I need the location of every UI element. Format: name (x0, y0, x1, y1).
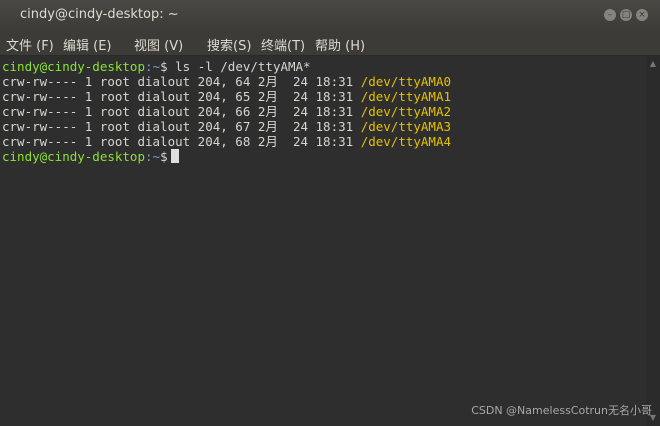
device-name: /dev/ttyAMA1 (360, 89, 451, 104)
terminal-window: cindy@cindy-desktop: ~ – □ × 文件 (F) 编辑 (… (0, 0, 660, 426)
device-name: /dev/ttyAMA3 (360, 119, 451, 134)
prompt-path: :~ (145, 149, 161, 164)
listing-attrs: crw-rw---- 1 root dialout 204, 67 2月 24 … (2, 119, 361, 134)
device-name: /dev/ttyAMA4 (360, 134, 451, 149)
scroll-up-icon[interactable]: ▲ (649, 60, 657, 68)
menu-help[interactable]: 帮助 (H) (315, 35, 365, 54)
menu-edit[interactable]: 编辑 (E) (63, 35, 112, 54)
prompt-user: cindy@cindy-desktop (2, 59, 145, 74)
listing-attrs: crw-rw---- 1 root dialout 204, 68 2月 24 … (2, 134, 361, 149)
command-text: ls -l /dev/ttyAMA* (167, 59, 311, 74)
listing-attrs: crw-rw---- 1 root dialout 204, 66 2月 24 … (2, 104, 361, 119)
listing-line: crw-rw---- 1 root dialout 204, 66 2月 24 … (2, 104, 451, 119)
listing-line: crw-rw---- 1 root dialout 204, 68 2月 24 … (2, 134, 451, 149)
watermark: CSDN @NamelessCotrun无名小哥 (471, 404, 652, 417)
listing-attrs: crw-rw---- 1 root dialout 204, 65 2月 24 … (2, 89, 361, 104)
window-title: cindy@cindy-desktop: ~ (20, 7, 179, 22)
menu-bar: 文件 (F) 编辑 (E) 视图 (V) 搜索(S) 终端(T) 帮助 (H) (0, 30, 660, 56)
minimize-button[interactable]: – (604, 9, 616, 21)
listing-line: crw-rw---- 1 root dialout 204, 65 2月 24 … (2, 89, 451, 104)
close-button[interactable]: × (636, 9, 648, 21)
maximize-button[interactable]: □ (620, 9, 632, 21)
prompt-symbol: $ (160, 149, 168, 164)
terminal-output[interactable]: cindy@cindy-desktop:~$ ls -l /dev/ttyAMA… (0, 56, 646, 426)
device-name: /dev/ttyAMA2 (360, 104, 451, 119)
device-name: /dev/ttyAMA0 (360, 74, 451, 89)
text-cursor (170, 149, 179, 163)
listing-attrs: crw-rw---- 1 root dialout 204, 64 2月 24 … (2, 74, 361, 89)
prompt-path: :~ (145, 59, 161, 74)
menu-search[interactable]: 搜索(S) (207, 35, 251, 54)
listing-line: crw-rw---- 1 root dialout 204, 64 2月 24 … (2, 74, 451, 89)
menu-terminal[interactable]: 终端(T) (261, 35, 305, 54)
menu-view[interactable]: 视图 (V) (134, 35, 183, 54)
listing-line: crw-rw---- 1 root dialout 204, 67 2月 24 … (2, 119, 451, 134)
scrollbar[interactable]: ▲ ▼ (646, 56, 660, 426)
prompt-line: cindy@cindy-desktop:~$ (2, 149, 179, 164)
prompt-user: cindy@cindy-desktop (2, 149, 145, 164)
prompt-symbol: $ (160, 59, 168, 74)
command-line: cindy@cindy-desktop:~$ ls -l /dev/ttyAMA… (2, 59, 311, 74)
menu-file[interactable]: 文件 (F) (6, 35, 54, 54)
title-bar[interactable]: cindy@cindy-desktop: ~ – □ × (0, 0, 660, 30)
